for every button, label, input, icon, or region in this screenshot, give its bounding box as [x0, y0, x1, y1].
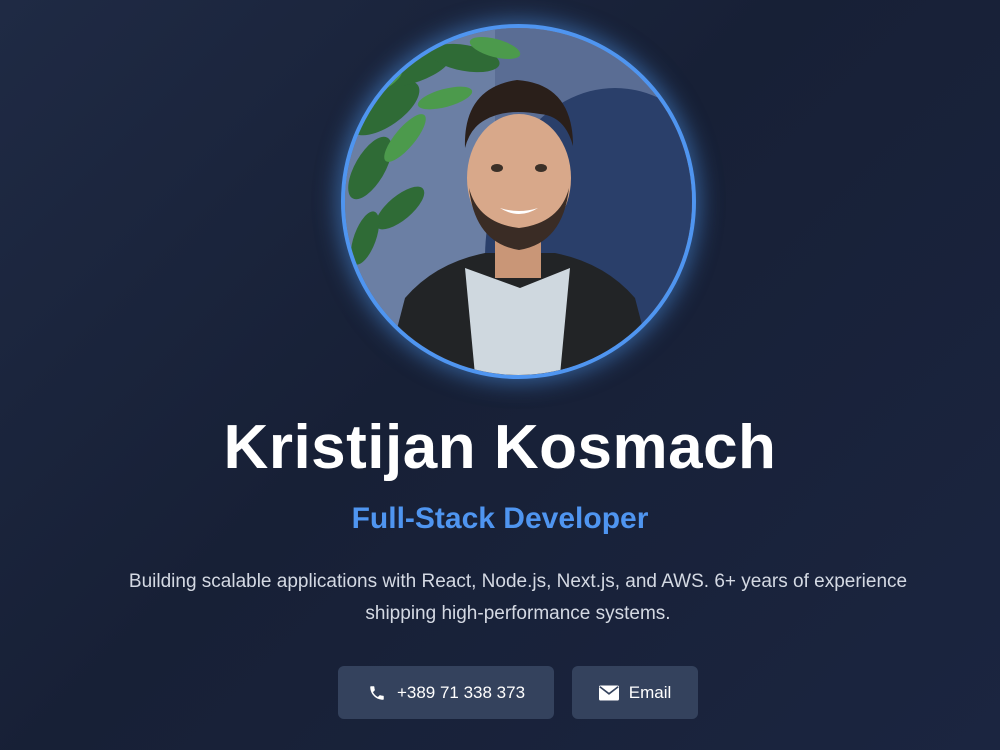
phone-button-label: +389 71 338 373: [396, 682, 526, 702]
phone-icon: [367, 683, 387, 703]
email-button-label: Email: [628, 682, 672, 702]
avatar-photo: [345, 28, 692, 375]
envelope-icon: [598, 683, 619, 703]
avatar: [341, 24, 696, 379]
email-button[interactable]: Email: [572, 666, 698, 719]
profile-role: Full-Stack Developer: [351, 502, 649, 535]
profile-bio: Building scalable applications with Reac…: [128, 571, 908, 624]
profile-name: Kristijan Kosmach: [223, 413, 777, 482]
hero-section: Kristijan Kosmach Full-Stack Developer B…: [0, 0, 1000, 750]
phone-button[interactable]: +389 71 338 373: [338, 666, 554, 719]
